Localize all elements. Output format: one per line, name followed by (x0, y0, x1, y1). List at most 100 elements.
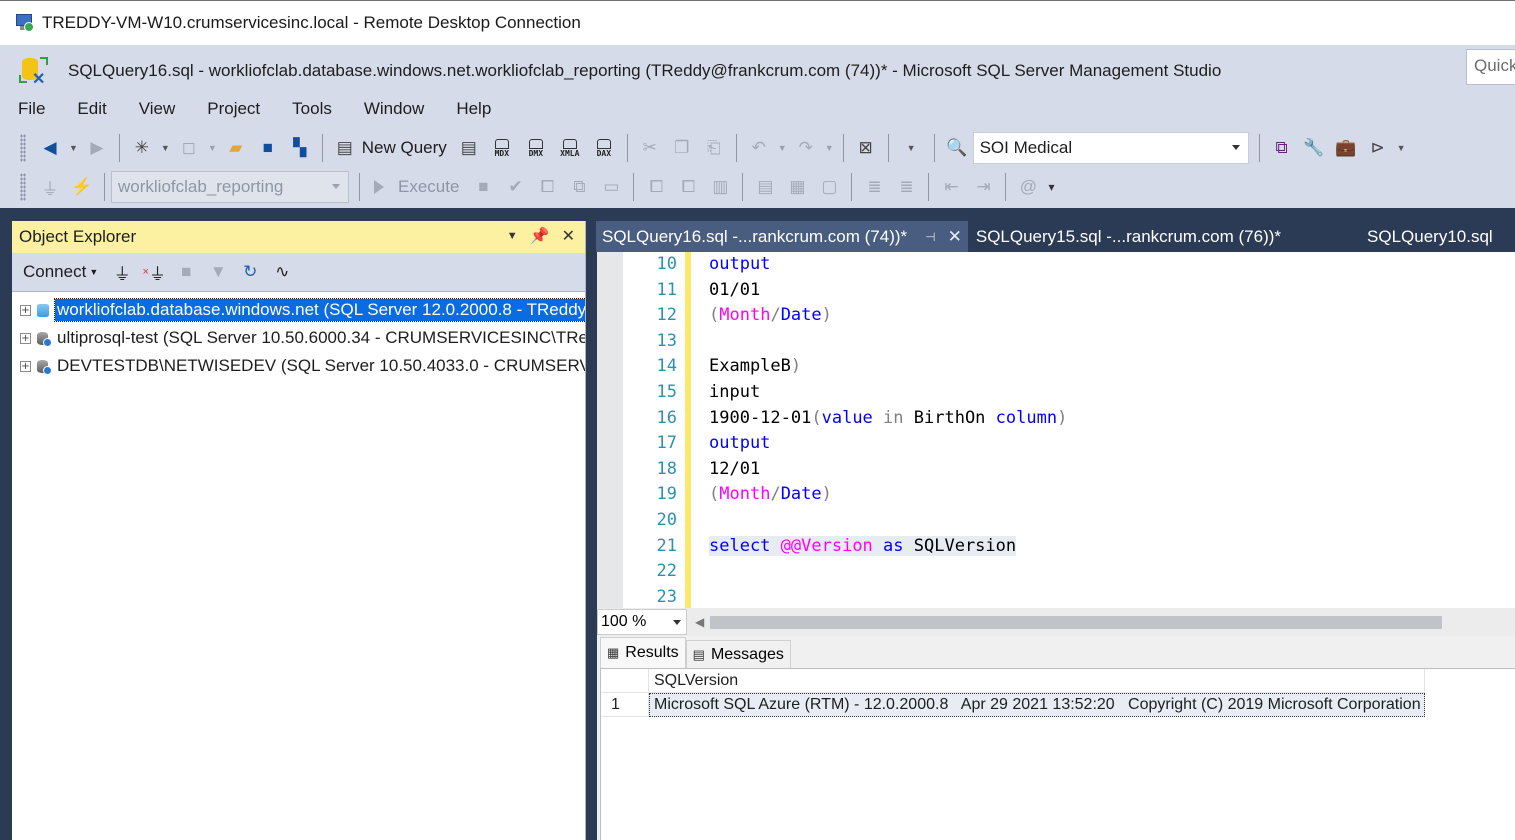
scroll-left-icon[interactable]: ◀ (695, 615, 704, 629)
parse-checkmark-icon[interactable]: ✔ (503, 175, 527, 199)
connect-plug-icon[interactable]: ⏚ (110, 260, 134, 284)
tree-node-server[interactable]: + workliofclab.database.windows.net (SQL… (12, 296, 585, 324)
new-project-dropdown-icon[interactable]: ▼ (161, 143, 170, 153)
results-to-grid-icon[interactable]: ▦ (785, 175, 809, 199)
execute-button[interactable]: Execute (374, 177, 459, 197)
copy-icon[interactable]: ❐ (670, 136, 694, 160)
query-options-icon[interactable]: ⧉ (567, 175, 591, 199)
row-header-corner[interactable] (601, 669, 649, 693)
client-statistics-icon[interactable]: ▥ (708, 175, 732, 199)
column-header[interactable]: SQLVersion (649, 669, 1425, 693)
navigate-back-icon[interactable]: ◀ (38, 136, 62, 160)
menu-view[interactable]: View (121, 99, 190, 119)
add-item-dropdown-icon[interactable]: ▼ (208, 143, 217, 153)
code-line[interactable]: 01/01 (709, 278, 1067, 304)
toolbar-grip[interactable] (20, 134, 26, 162)
add-item-icon[interactable]: ◻ (177, 136, 201, 160)
close-icon[interactable]: ✕ (562, 226, 575, 246)
code-line[interactable] (709, 508, 1067, 534)
code-line[interactable]: 1900-12-01(value in BirthOn column) (709, 406, 1067, 432)
zoom-level-select[interactable]: 100 % (597, 609, 687, 635)
new-query-button[interactable]: ▤ New Query (333, 136, 447, 160)
paste-icon[interactable]: ⎗ (702, 136, 726, 160)
redo-dropdown-icon[interactable]: ▼ (825, 143, 834, 153)
expand-icon[interactable]: + (20, 332, 31, 344)
cut-icon[interactable]: ✂ (638, 136, 662, 160)
toolbar-grip[interactable] (20, 173, 26, 201)
toolbox-icon[interactable]: 💼 (1334, 136, 1358, 160)
menu-project[interactable]: Project (189, 99, 274, 119)
tree-node-server[interactable]: + ultiprosql-test (SQL Server 10.50.6000… (12, 324, 585, 352)
code-line[interactable]: input (709, 380, 1067, 406)
quick-launch-input[interactable]: Quick (1466, 49, 1515, 85)
code-line[interactable]: 12/01 (709, 457, 1067, 483)
menu-help[interactable]: Help (438, 99, 505, 119)
horizontal-scrollbar-thumb[interactable] (710, 615, 1443, 629)
code-line[interactable] (709, 329, 1067, 355)
tab-sqlquery10[interactable]: SQLQuery10.sql (1361, 221, 1499, 252)
refresh-icon[interactable]: ↻ (238, 260, 262, 284)
open-file-icon[interactable]: ▰ (224, 136, 248, 160)
find-in-files-icon[interactable]: 🔍 (945, 136, 969, 160)
stop-icon[interactable]: ■ (174, 260, 198, 284)
dax-query-button[interactable]: DAX (589, 138, 619, 158)
query-editor[interactable]: 10 11 12 13 14 15 16 17 18 19 20 21 22 23 output 01/01… (597, 252, 1515, 608)
toolbar-options-dropdown-icon[interactable]: ▼ (1397, 143, 1406, 153)
expand-icon[interactable]: + (20, 360, 31, 372)
available-databases-select[interactable]: workliofclab_reporting (111, 171, 349, 203)
window-position-dropdown-icon[interactable]: ▼ (507, 230, 518, 246)
pin-icon[interactable]: ⊣ (925, 230, 935, 244)
activity-monitor-icon[interactable]: ⊠ (854, 136, 878, 160)
code-line[interactable]: select @@Version as SQLVersion (709, 534, 1067, 560)
code-line[interactable]: (Month/Date) (709, 482, 1067, 508)
visual-studio-icon[interactable]: ⧉ (1270, 136, 1294, 160)
row-number[interactable]: 1 (601, 693, 649, 717)
code-line[interactable]: output (709, 431, 1067, 457)
xmla-query-button[interactable]: XMLA (555, 138, 585, 158)
results-to-text-icon[interactable]: ▤ (753, 175, 777, 199)
new-project-icon[interactable]: ✳ (130, 136, 154, 160)
comment-lines-icon[interactable]: ≣ (862, 175, 886, 199)
code-line[interactable] (709, 585, 1067, 611)
code-line[interactable]: output (709, 252, 1067, 278)
uncomment-lines-icon[interactable]: ≣ (894, 175, 918, 199)
increase-indent-icon[interactable]: ⇥ (971, 175, 995, 199)
tab-sqlquery15[interactable]: SQLQuery15.sql -...rankcrum.com (76))* (968, 221, 1287, 252)
connect-button[interactable]: Connect ▼ (23, 262, 98, 282)
toolbar-overflow-icon[interactable]: ▾ (1048, 180, 1054, 194)
tree-node-server[interactable]: + DEVTESTDB\NETWISEDEV (SQL Server 10.50… (12, 352, 585, 380)
save-icon[interactable]: ■ (256, 136, 280, 160)
menu-window[interactable]: Window (346, 99, 438, 119)
change-connection-icon[interactable]: ⚡ (70, 175, 94, 199)
close-icon[interactable]: ✕ (948, 227, 962, 247)
command-window-icon[interactable]: ⊳ (1366, 136, 1390, 160)
cancel-query-icon[interactable]: ■ (471, 175, 495, 199)
find-dropdown-icon[interactable]: ▼ (907, 143, 916, 153)
intellisense-icon[interactable]: ▭ (599, 175, 623, 199)
menu-file[interactable]: File (0, 99, 59, 119)
undo-icon[interactable]: ↶ (747, 136, 771, 160)
filter-icon[interactable]: ▼ (206, 260, 230, 284)
connect-plug-icon[interactable]: ⏚ (38, 175, 62, 199)
pin-icon[interactable]: 📌 (530, 226, 550, 246)
activity-monitor-pulse-icon[interactable]: ∿ (270, 260, 294, 284)
disconnect-icon[interactable]: × ⏚ (142, 260, 166, 284)
decrease-indent-icon[interactable]: ⇤ (939, 175, 963, 199)
expand-icon[interactable]: + (20, 304, 31, 316)
undo-dropdown-icon[interactable]: ▼ (778, 143, 787, 153)
properties-wrench-icon[interactable]: 🔧 (1302, 136, 1326, 160)
navigate-forward-icon[interactable]: ▶ (85, 136, 109, 160)
mdx-query-button[interactable]: MDX (487, 138, 517, 158)
tab-results[interactable]: ▦ Results (600, 637, 686, 668)
back-dropdown-icon[interactable]: ▼ (69, 143, 78, 153)
tab-sqlquery16[interactable]: SQLQuery16.sql -...rankcrum.com (74))* ⊣… (596, 221, 968, 252)
code-line[interactable]: (Month/Date) (709, 303, 1067, 329)
live-query-statistics-icon[interactable]: ⧠ (676, 175, 700, 199)
tab-messages[interactable]: ▤ Messages (685, 640, 791, 668)
specify-template-parameters-icon[interactable]: @ (1016, 175, 1040, 199)
grid-cell[interactable]: Microsoft SQL Azure (RTM) - 12.0.2000.8 … (649, 693, 1425, 717)
code-area[interactable]: output 01/01 (Month/Date) ExampleB) input 190… (709, 252, 1067, 610)
menu-edit[interactable]: Edit (59, 99, 120, 119)
code-line[interactable]: ExampleB) (709, 354, 1067, 380)
code-line[interactable] (709, 559, 1067, 585)
